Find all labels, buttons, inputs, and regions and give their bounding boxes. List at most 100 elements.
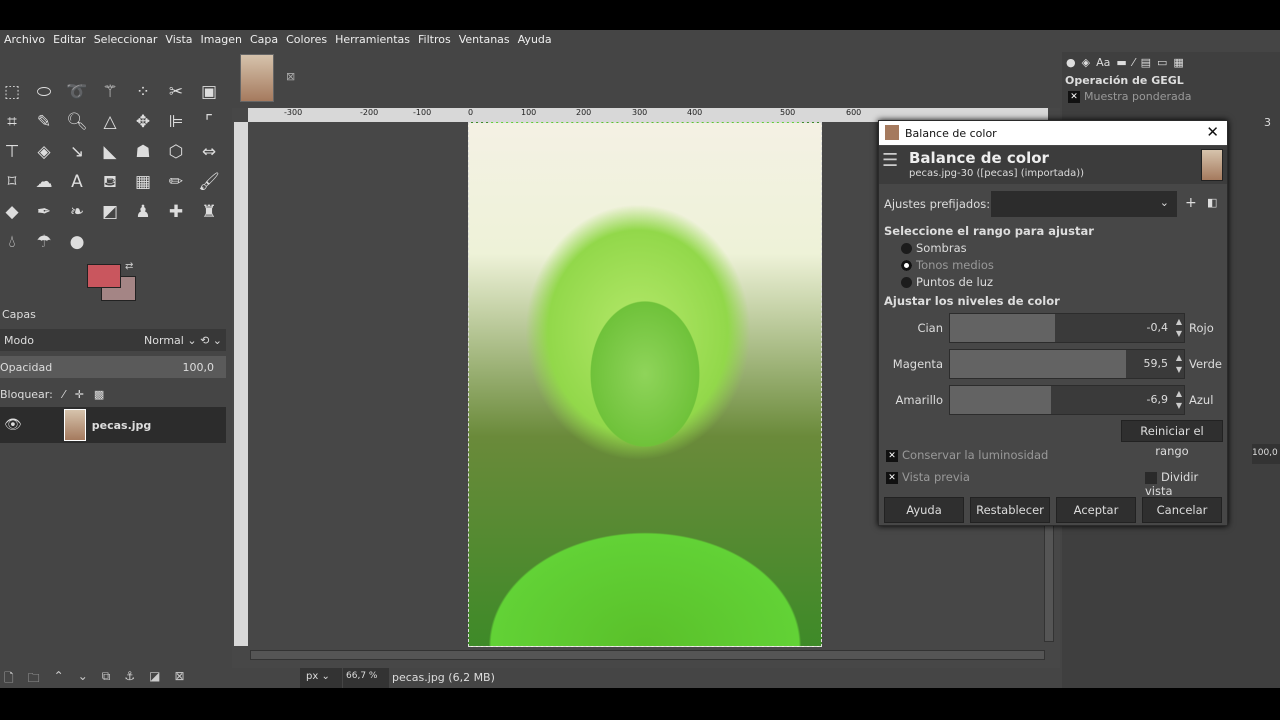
- horizontal-scrollbar[interactable]: [250, 650, 1045, 660]
- brush-tab-icon[interactable]: ⁄: [1133, 56, 1135, 69]
- menu-capa[interactable]: Capa: [246, 33, 282, 46]
- eraser-icon[interactable]: ◆: [0, 200, 24, 224]
- unit-select[interactable]: px ⌄: [300, 668, 342, 688]
- layers-tab[interactable]: Capas: [2, 308, 36, 321]
- spin-arrows-icon[interactable]: ▲ ▼: [1176, 388, 1182, 412]
- zoom-icon[interactable]: 🔍︎: [65, 110, 89, 134]
- perspective-clone-icon[interactable]: ♜: [197, 200, 221, 224]
- image-canvas[interactable]: [468, 122, 822, 647]
- new-layer-icon[interactable]: 🗋︎: [4, 669, 14, 690]
- menu-herramientas[interactable]: Herramientas: [331, 33, 414, 46]
- clone-icon[interactable]: ♟: [131, 200, 155, 224]
- menu-ayuda[interactable]: Ayuda: [514, 33, 556, 46]
- opacity-slider[interactable]: Opacidad 100,0: [0, 356, 226, 378]
- yellow-blue-slider[interactable]: -6,9 ▲ ▼: [949, 385, 1185, 415]
- dialog-titlebar[interactable]: Balance de color ✕: [879, 121, 1227, 145]
- blur-icon[interactable]: 💧︎: [0, 230, 24, 254]
- tool-options-tab-icon[interactable]: ▭: [1157, 56, 1167, 69]
- cyan-red-slider[interactable]: -0,4 ▲ ▼: [949, 313, 1185, 343]
- shear-icon[interactable]: ◣: [98, 140, 122, 164]
- menu-editar[interactable]: Editar: [49, 33, 90, 46]
- layer-row[interactable]: 👁︎ pecas.jpg: [0, 407, 226, 443]
- dock-opacity-value[interactable]: 100,0: [1252, 444, 1280, 464]
- brushes-tab-icon[interactable]: ●: [1066, 56, 1076, 69]
- reset-button[interactable]: Restablecer: [970, 497, 1050, 523]
- fuzzy-select-icon[interactable]: ⚚: [98, 80, 122, 104]
- magenta-green-slider[interactable]: 59,5 ▲ ▼: [949, 349, 1185, 379]
- visibility-eye-icon[interactable]: 👁︎: [4, 417, 22, 433]
- patterns-tab-icon[interactable]: ▬: [1116, 56, 1126, 69]
- foreground-color[interactable]: [87, 264, 121, 288]
- zoom-select[interactable]: 66,7 %: [343, 668, 389, 688]
- menu-seleccionar[interactable]: Seleccionar: [90, 33, 162, 46]
- reset-range-button[interactable]: Reiniciar el rango: [1121, 420, 1223, 458]
- lock-alpha-icon[interactable]: ▩: [94, 388, 104, 401]
- radio-tonos-medios[interactable]: Tonos medios: [901, 258, 994, 272]
- color-select-icon[interactable]: ⁘: [131, 80, 155, 104]
- mask-icon[interactable]: ◪: [149, 669, 160, 690]
- perspective-icon[interactable]: ⬡: [164, 140, 188, 164]
- rect-select-icon[interactable]: ⬚: [0, 80, 24, 104]
- close-image-tab-icon[interactable]: ⊠: [286, 70, 295, 83]
- presets-dropdown[interactable]: ⌄: [991, 191, 1177, 217]
- lower-layer-icon[interactable]: ⌄: [78, 669, 88, 690]
- duplicate-layer-icon[interactable]: ⧉: [102, 669, 111, 690]
- mode-select[interactable]: Normal ⌄ ⟲ ⌄: [144, 334, 222, 347]
- align-icon[interactable]: ⊫: [164, 110, 188, 134]
- airbrush-icon[interactable]: ✒: [32, 200, 56, 224]
- cancel-button[interactable]: Cancelar: [1142, 497, 1222, 523]
- smudge-icon[interactable]: ☂: [32, 230, 56, 254]
- paths-icon[interactable]: ⌗: [0, 110, 24, 134]
- flip-icon[interactable]: ⇔: [197, 140, 221, 164]
- ellipse-select-icon[interactable]: ⬭: [32, 80, 56, 104]
- bucket-fill-icon[interactable]: ⛾: [98, 170, 122, 194]
- scissors-icon[interactable]: ✂: [164, 80, 188, 104]
- heal-icon[interactable]: ✚: [164, 200, 188, 224]
- anchor-icon[interactable]: ⚓︎: [124, 669, 135, 690]
- paintbrush-icon[interactable]: 🖌︎: [197, 170, 221, 194]
- preview-checkbox[interactable]: ✕ Vista previa: [886, 470, 970, 484]
- add-preset-icon[interactable]: +: [1185, 195, 1197, 211]
- image-tab-thumbnail[interactable]: [240, 54, 274, 102]
- measure-icon[interactable]: △: [98, 110, 122, 134]
- foreground-select-icon[interactable]: ▣: [197, 80, 221, 104]
- split-view-checkbox[interactable]: Dividir vista: [1145, 470, 1227, 498]
- help-button[interactable]: Ayuda: [884, 497, 964, 523]
- mypaint-brush-icon[interactable]: ◩: [98, 200, 122, 224]
- crop-icon[interactable]: ⌜: [197, 110, 221, 134]
- close-dialog-icon[interactable]: ✕: [1206, 123, 1219, 141]
- delete-layer-icon[interactable]: ⊠: [174, 669, 184, 690]
- rotate-icon[interactable]: ◈: [32, 140, 56, 164]
- new-group-icon[interactable]: 🗀︎: [28, 669, 40, 690]
- weighted-sample-checkbox[interactable]: ✕: [1068, 91, 1080, 103]
- pencil-icon[interactable]: ✏: [164, 170, 188, 194]
- warp-icon[interactable]: ☗: [131, 140, 155, 164]
- menu-imagen[interactable]: Imagen: [197, 33, 246, 46]
- menu-colores[interactable]: Colores: [282, 33, 331, 46]
- spin-arrows-icon[interactable]: ▲ ▼: [1176, 352, 1182, 376]
- cage-icon[interactable]: ⌑: [0, 170, 24, 194]
- warp-transform-icon[interactable]: ☁: [32, 170, 56, 194]
- dynamics-tab-icon[interactable]: ◈: [1082, 56, 1090, 69]
- gradient-icon[interactable]: ▦: [131, 170, 155, 194]
- radio-puntos-de-luz[interactable]: Puntos de luz: [901, 275, 993, 289]
- ink-icon[interactable]: ❧: [65, 200, 89, 224]
- images-tab-icon[interactable]: ▦: [1173, 56, 1183, 69]
- gegl-spin-value[interactable]: 3: [1264, 116, 1271, 129]
- preset-menu-icon[interactable]: ◧: [1207, 196, 1217, 209]
- swap-colors-icon[interactable]: ⇄: [125, 261, 133, 272]
- menu-ventanas[interactable]: Ventanas: [455, 33, 514, 46]
- lock-pixels-icon[interactable]: ⁄: [63, 388, 65, 401]
- menu-archivo[interactable]: Archivo: [0, 33, 49, 46]
- fonts-tab-icon[interactable]: Aa: [1096, 56, 1110, 69]
- color-picker-icon[interactable]: ✎: [32, 110, 56, 134]
- menu-filtros[interactable]: Filtros: [414, 33, 455, 46]
- preserve-luminosity-checkbox[interactable]: ✕ Conservar la luminosidad: [886, 448, 1048, 462]
- raise-layer-icon[interactable]: ⌃: [54, 669, 64, 690]
- text-icon[interactable]: A: [65, 170, 89, 194]
- dodge-burn-icon[interactable]: ●: [65, 230, 89, 254]
- lasso-icon[interactable]: ➰: [65, 80, 89, 104]
- spin-arrows-icon[interactable]: ▲ ▼: [1176, 316, 1182, 340]
- unified-transform-icon[interactable]: ⊤: [0, 140, 24, 164]
- move-icon[interactable]: ✥: [131, 110, 155, 134]
